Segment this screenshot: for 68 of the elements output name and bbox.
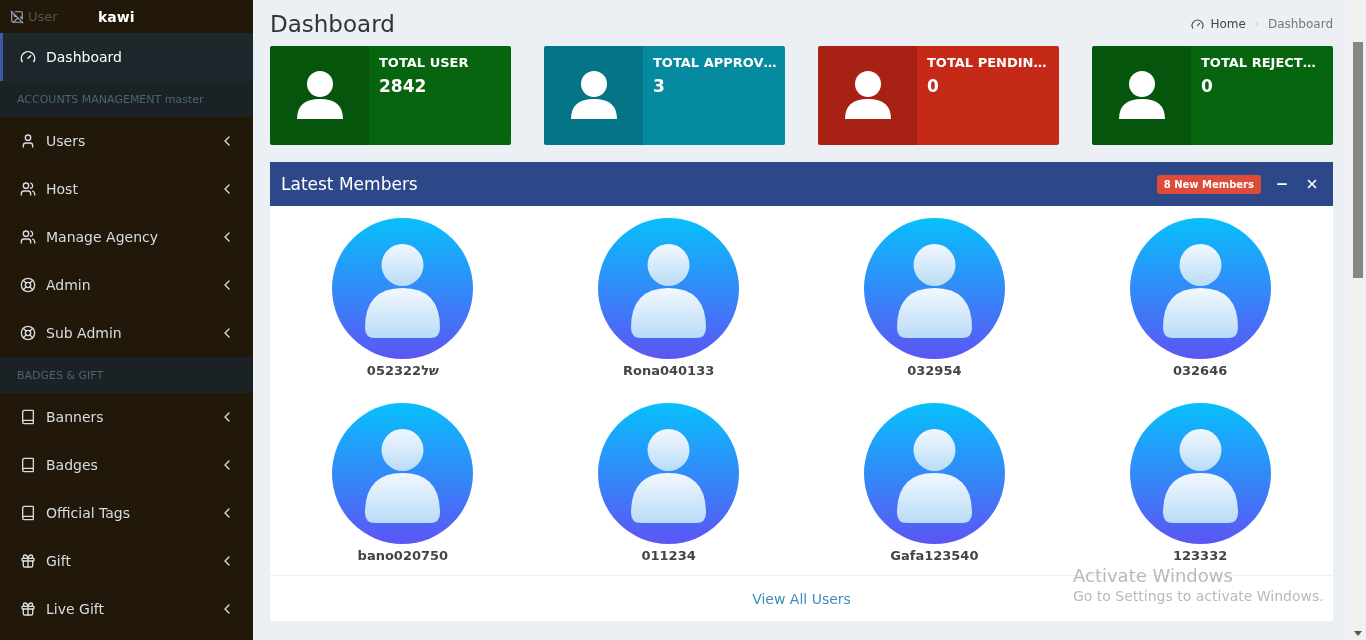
gift-icon [20,553,36,569]
sidebar-item[interactable]: Badges [0,441,253,489]
users-icon [20,181,36,197]
avatar-icon [332,218,474,359]
sidebar-item[interactable]: Official Tags [0,489,253,537]
sidebar-section-header: ACCOUNTS MANAGEMENT master [0,81,253,117]
scrollbar[interactable] [1350,0,1366,640]
member-name: Rona040133 [623,363,715,378]
scroll-down-icon[interactable] [1354,631,1362,636]
stat-value: 3 [653,76,666,96]
user-name: kawi [98,8,135,25]
avatar-icon [863,218,1005,359]
scrollbar-thumb[interactable] [1353,42,1363,278]
dashboard-icon [1191,17,1205,31]
user-icon [844,70,891,121]
sidebar-item[interactable]: Live Gift [0,585,253,633]
member-name: 032954 [907,363,962,378]
book-icon [20,505,36,521]
member-name: 011234 [641,548,696,563]
avatar-icon [332,403,474,544]
member-name: 052322של [366,363,439,378]
panel-title: Latest Members [281,174,419,194]
member-name: 123332 [1173,548,1228,563]
view-all-users-link[interactable]: View All Users [752,590,851,607]
user-icon [570,70,617,121]
broken-image-icon [10,9,24,24]
life-ring-icon [20,277,36,293]
page-title: Dashboard [270,11,395,37]
breadcrumb-current: Dashboard [1267,17,1333,31]
sidebar-item[interactable]: Admin [0,261,253,309]
breadcrumb-link[interactable]: Home [1210,17,1246,31]
stat-value: 0 [927,76,940,96]
activation-title: Activate Windows [1073,565,1234,586]
member-name: 032646 [1173,363,1228,378]
stat-label: TOTAL PENDIN… [927,55,1048,70]
member-name: Gafa123540 [890,548,979,563]
user-icon [1118,70,1165,121]
stat-value: 0 [1201,76,1214,96]
sidebar-item[interactable]: Manage Agency [0,213,253,261]
activation-subtitle: Go to Settings to activate Windows. [1073,588,1324,604]
book-icon [20,409,36,425]
gift-icon [20,601,36,617]
avatar-icon [863,403,1005,544]
stat-value: 2842 [379,76,428,96]
users-icon [20,229,36,245]
avatar-icon [598,403,740,544]
book-icon [20,457,36,473]
user-icon [296,70,343,121]
life-ring-icon [20,325,36,341]
stat-label: TOTAL REJECT… [1201,55,1317,70]
sidebar-item[interactable]: Dashboard [0,33,253,81]
avatar-icon [1129,218,1271,359]
close-icon [1305,177,1319,191]
sidebar-item[interactable]: Host [0,165,253,213]
sidebar-item[interactable]: Sub Admin [0,309,253,357]
user-image-alt: User [28,9,59,24]
dashboard-icon [20,49,36,65]
sidebar-item[interactable]: Banners [0,393,253,441]
member-name: bano020750 [357,548,449,563]
stat-label: TOTAL USER [379,55,470,70]
stat-label: TOTAL APPROV… [653,55,775,70]
avatar-icon [598,218,740,359]
sidebar-item[interactable]: Gift [0,537,253,585]
avatar-icon [1129,403,1271,544]
sidebar-section-header: BADGES & GIFT [0,357,253,393]
new-members-badge: 8 New Members [1156,174,1261,194]
user-icon [20,133,36,149]
sidebar-item[interactable]: Users [0,117,253,165]
